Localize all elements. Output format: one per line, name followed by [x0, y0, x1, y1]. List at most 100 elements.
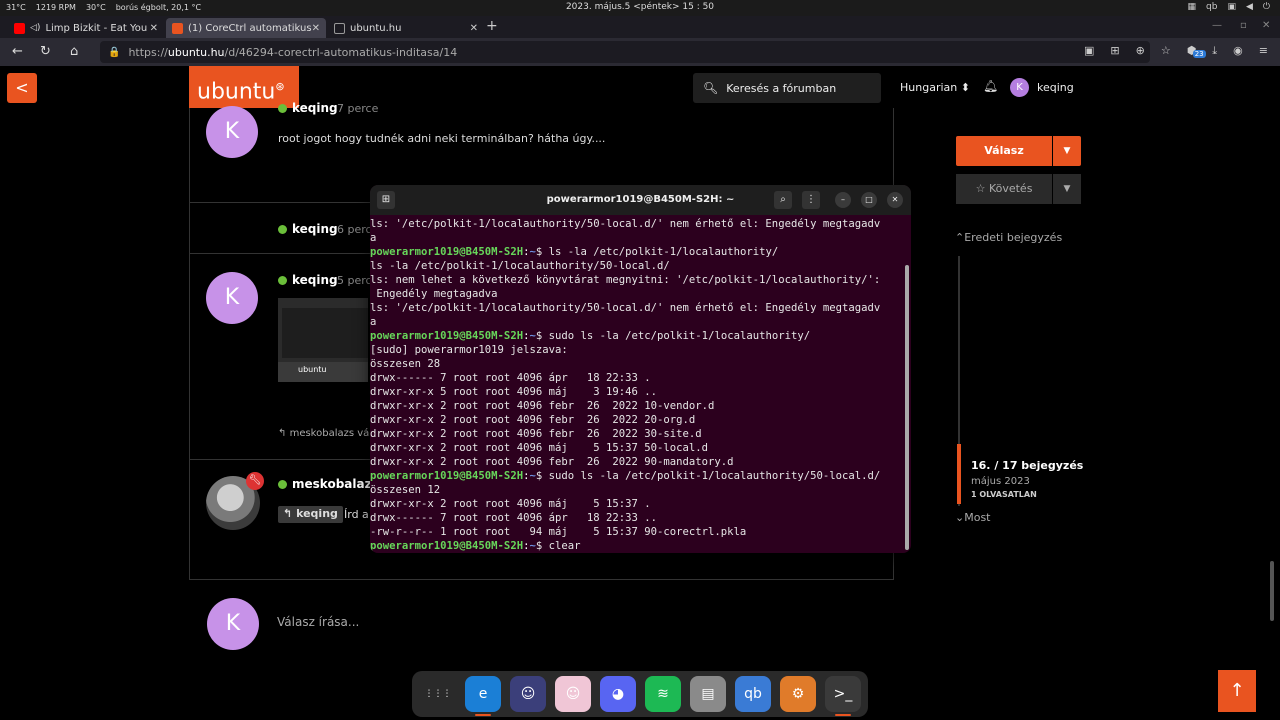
star-icon: ☆ — [975, 182, 986, 195]
terminal-output[interactable]: ls: '/etc/polkit-1/localauthority/50-loc… — [370, 217, 904, 553]
close-window-icon[interactable]: ✕ — [1262, 20, 1270, 31]
close-icon[interactable]: ✕ — [887, 192, 903, 208]
new-tab-button[interactable]: + — [486, 18, 498, 34]
files-icon[interactable]: ▤ — [690, 676, 726, 712]
app-grid-icon[interactable]: ⋮⋮⋮ — [420, 676, 456, 712]
terminal-header[interactable]: ⊞ powerarmor1019@B450M-S2H: ~ ⌕ ⋮ – □ ✕ — [370, 185, 911, 215]
home-icon[interactable]: ⌂ — [70, 44, 78, 59]
command-text: $ sudo ls -la /etc/polkit-1/localauthori… — [535, 470, 881, 482]
extension-icon[interactable]: ⬢ 23 — [1187, 44, 1206, 58]
discord-icon[interactable]: ◕ — [600, 676, 636, 712]
zoom-icon[interactable]: ⊕ — [1136, 44, 1145, 58]
download-icon[interactable]: ⤓ — [1212, 44, 1217, 58]
qbittorrent-tray-icon[interactable]: qb — [1206, 2, 1217, 12]
reply-arrow-icon: ↰ — [283, 507, 293, 520]
quote-mention[interactable]: ↰ keqing — [278, 506, 343, 523]
terminal-scrollbar[interactable] — [905, 265, 909, 550]
tab-ubuntu-hu[interactable]: ubuntu.hu ✕ — [328, 18, 484, 38]
system-top-bar: 31°C 1219 RPM 30°C borús égbolt, 20,1 °C… — [0, 0, 1280, 16]
post-author[interactable]: keqing — [278, 222, 338, 236]
power-icon[interactable]: ⏻ — [1263, 2, 1270, 12]
terminal-title: powerarmor1019@B450M-S2H: ~ — [546, 194, 735, 205]
terminal-output-line: ls -la /etc/polkit-1/localauthority/50-l… — [370, 260, 670, 272]
url-host: ubuntu.hu — [167, 45, 225, 59]
terminal-output-line: [sudo] powerarmor1019 jelszava: — [370, 344, 568, 356]
minimize-icon[interactable]: — — [1212, 20, 1222, 31]
terminal-output-line: a — [370, 232, 377, 244]
lock-icon[interactable]: 🔒 — [108, 47, 120, 58]
edge-icon[interactable]: e — [465, 676, 501, 716]
clock[interactable]: 2023. május.5 <péntek> 15 : 50 — [0, 2, 1280, 12]
avatar: K — [207, 598, 259, 650]
volume-icon[interactable]: ◀ — [1246, 2, 1253, 12]
close-icon[interactable]: ✕ — [470, 23, 478, 34]
qbittorrent-icon[interactable]: qb — [735, 676, 771, 712]
post-author[interactable]: keqing — [278, 101, 338, 115]
running-indicator — [475, 714, 491, 716]
language-label: Hungarian — [900, 81, 958, 94]
speaker-icon[interactable]: ◁) — [30, 23, 40, 33]
tab-youtube[interactable]: ◁) Limp Bizkit - Eat You ✕ — [8, 18, 164, 38]
close-icon[interactable]: ✕ — [312, 23, 320, 34]
avatar[interactable]: K — [206, 106, 258, 158]
back-arrow-icon[interactable]: ← — [12, 44, 23, 59]
menu-icon[interactable]: ⋮ — [802, 191, 820, 209]
terminal-output-line: Engedély megtagadva — [370, 288, 498, 300]
page-scrollbar[interactable] — [1270, 561, 1274, 621]
language-select[interactable]: Hungarian ⬍ — [900, 81, 970, 94]
tray-app-icon[interactable]: ▦ — [1187, 2, 1196, 12]
translate-icon[interactable]: ⊞ — [1110, 44, 1119, 58]
search-icon[interactable]: ⌕ — [774, 191, 792, 209]
scroll-to-top-button[interactable]: ↑ — [1218, 670, 1256, 712]
unread-count: 1 OLVASATLAN — [971, 490, 1037, 499]
back-button[interactable]: < — [7, 73, 37, 103]
youtube-icon — [14, 22, 25, 34]
terminal-window[interactable]: ⊞ powerarmor1019@B450M-S2H: ~ ⌕ ⋮ – □ ✕ … — [370, 185, 911, 553]
timeline-handle[interactable] — [957, 444, 961, 504]
screenshot-thumbnail[interactable]: ubuntu — [278, 298, 368, 382]
now-link[interactable]: ⌄Most — [955, 511, 990, 524]
post-author[interactable]: meskobalazs — [278, 477, 379, 491]
spotify-icon[interactable]: ≋ — [645, 676, 681, 712]
reply-button[interactable]: Válasz — [956, 136, 1052, 166]
terminal-command-line: powerarmor1019@B450M-S2H:~$ clear — [370, 539, 904, 553]
avatar[interactable]: K — [206, 272, 258, 324]
maximize-icon[interactable]: ▫ — [1240, 20, 1247, 31]
reply-dropdown-icon[interactable]: ▼ — [1053, 136, 1081, 166]
corectrl-icon[interactable]: ⚙ — [780, 676, 816, 712]
ubuntu-favicon-icon — [172, 22, 183, 34]
anime-character-pink-icon[interactable]: ☺ — [555, 676, 591, 712]
follow-dropdown-icon[interactable]: ▼ — [1053, 174, 1081, 204]
search-label: Keresés a fórumban — [726, 81, 837, 95]
current-user-name[interactable]: keqing — [1037, 81, 1074, 94]
reader-icon[interactable]: ▣ — [1084, 44, 1094, 58]
wrench-icon: 🔧︎ — [246, 472, 264, 490]
search-button[interactable]: 🔍︎ Keresés a fórumban — [693, 73, 881, 103]
address-bar[interactable]: 🔒 https://ubuntu.hu/d/46294-corectrl-aut… — [100, 41, 1150, 63]
reply-placeholder[interactable]: Válasz írása... — [277, 615, 359, 629]
close-icon[interactable]: ✕ — [150, 23, 158, 34]
thumbnail-terminal — [282, 308, 368, 358]
profile-avatar-icon[interactable]: ◉ — [1233, 44, 1243, 58]
post-time[interactable]: 7 perce — [337, 102, 378, 115]
anime-character-icon[interactable]: ☺ — [510, 676, 546, 712]
terminal-output-line: drwxr-xr-x 2 root root 4096 máj 5 15:37 … — [370, 442, 709, 454]
avatar[interactable]: K — [1010, 78, 1029, 97]
maximize-icon[interactable]: □ — [861, 192, 877, 208]
terminal-icon[interactable]: >_ — [825, 676, 861, 716]
original-post-link[interactable]: ⌃Eredeti bejegyzés — [955, 231, 1062, 244]
follow-button[interactable]: ☆ Követés — [956, 174, 1052, 204]
notifications-bell-icon[interactable]: 🔔︎ — [983, 79, 998, 93]
tab-label: ubuntu.hu — [350, 22, 402, 34]
thumbnail-brand: ubuntu — [278, 362, 368, 382]
bookmark-star-icon[interactable]: ☆ — [1161, 44, 1171, 58]
post-author[interactable]: keqing — [278, 273, 338, 287]
reload-icon[interactable]: ↻ — [40, 44, 51, 59]
network-icon[interactable]: ▣ — [1227, 2, 1236, 12]
minimize-icon[interactable]: – — [835, 192, 851, 208]
menu-icon[interactable]: ≡ — [1259, 44, 1268, 58]
post-position: 16. / 17 bejegyzés — [971, 459, 1084, 472]
tab-corectrl[interactable]: (1) CoreCtrl automatikus ✕ — [166, 18, 326, 38]
terminal-output-line: drwxr-xr-x 2 root root 4096 febr 26 2022… — [370, 400, 715, 412]
dock: ⋮⋮⋮ e ☺ ☺ ◕ ≋ ▤ qb ⚙ >_ — [412, 671, 868, 717]
